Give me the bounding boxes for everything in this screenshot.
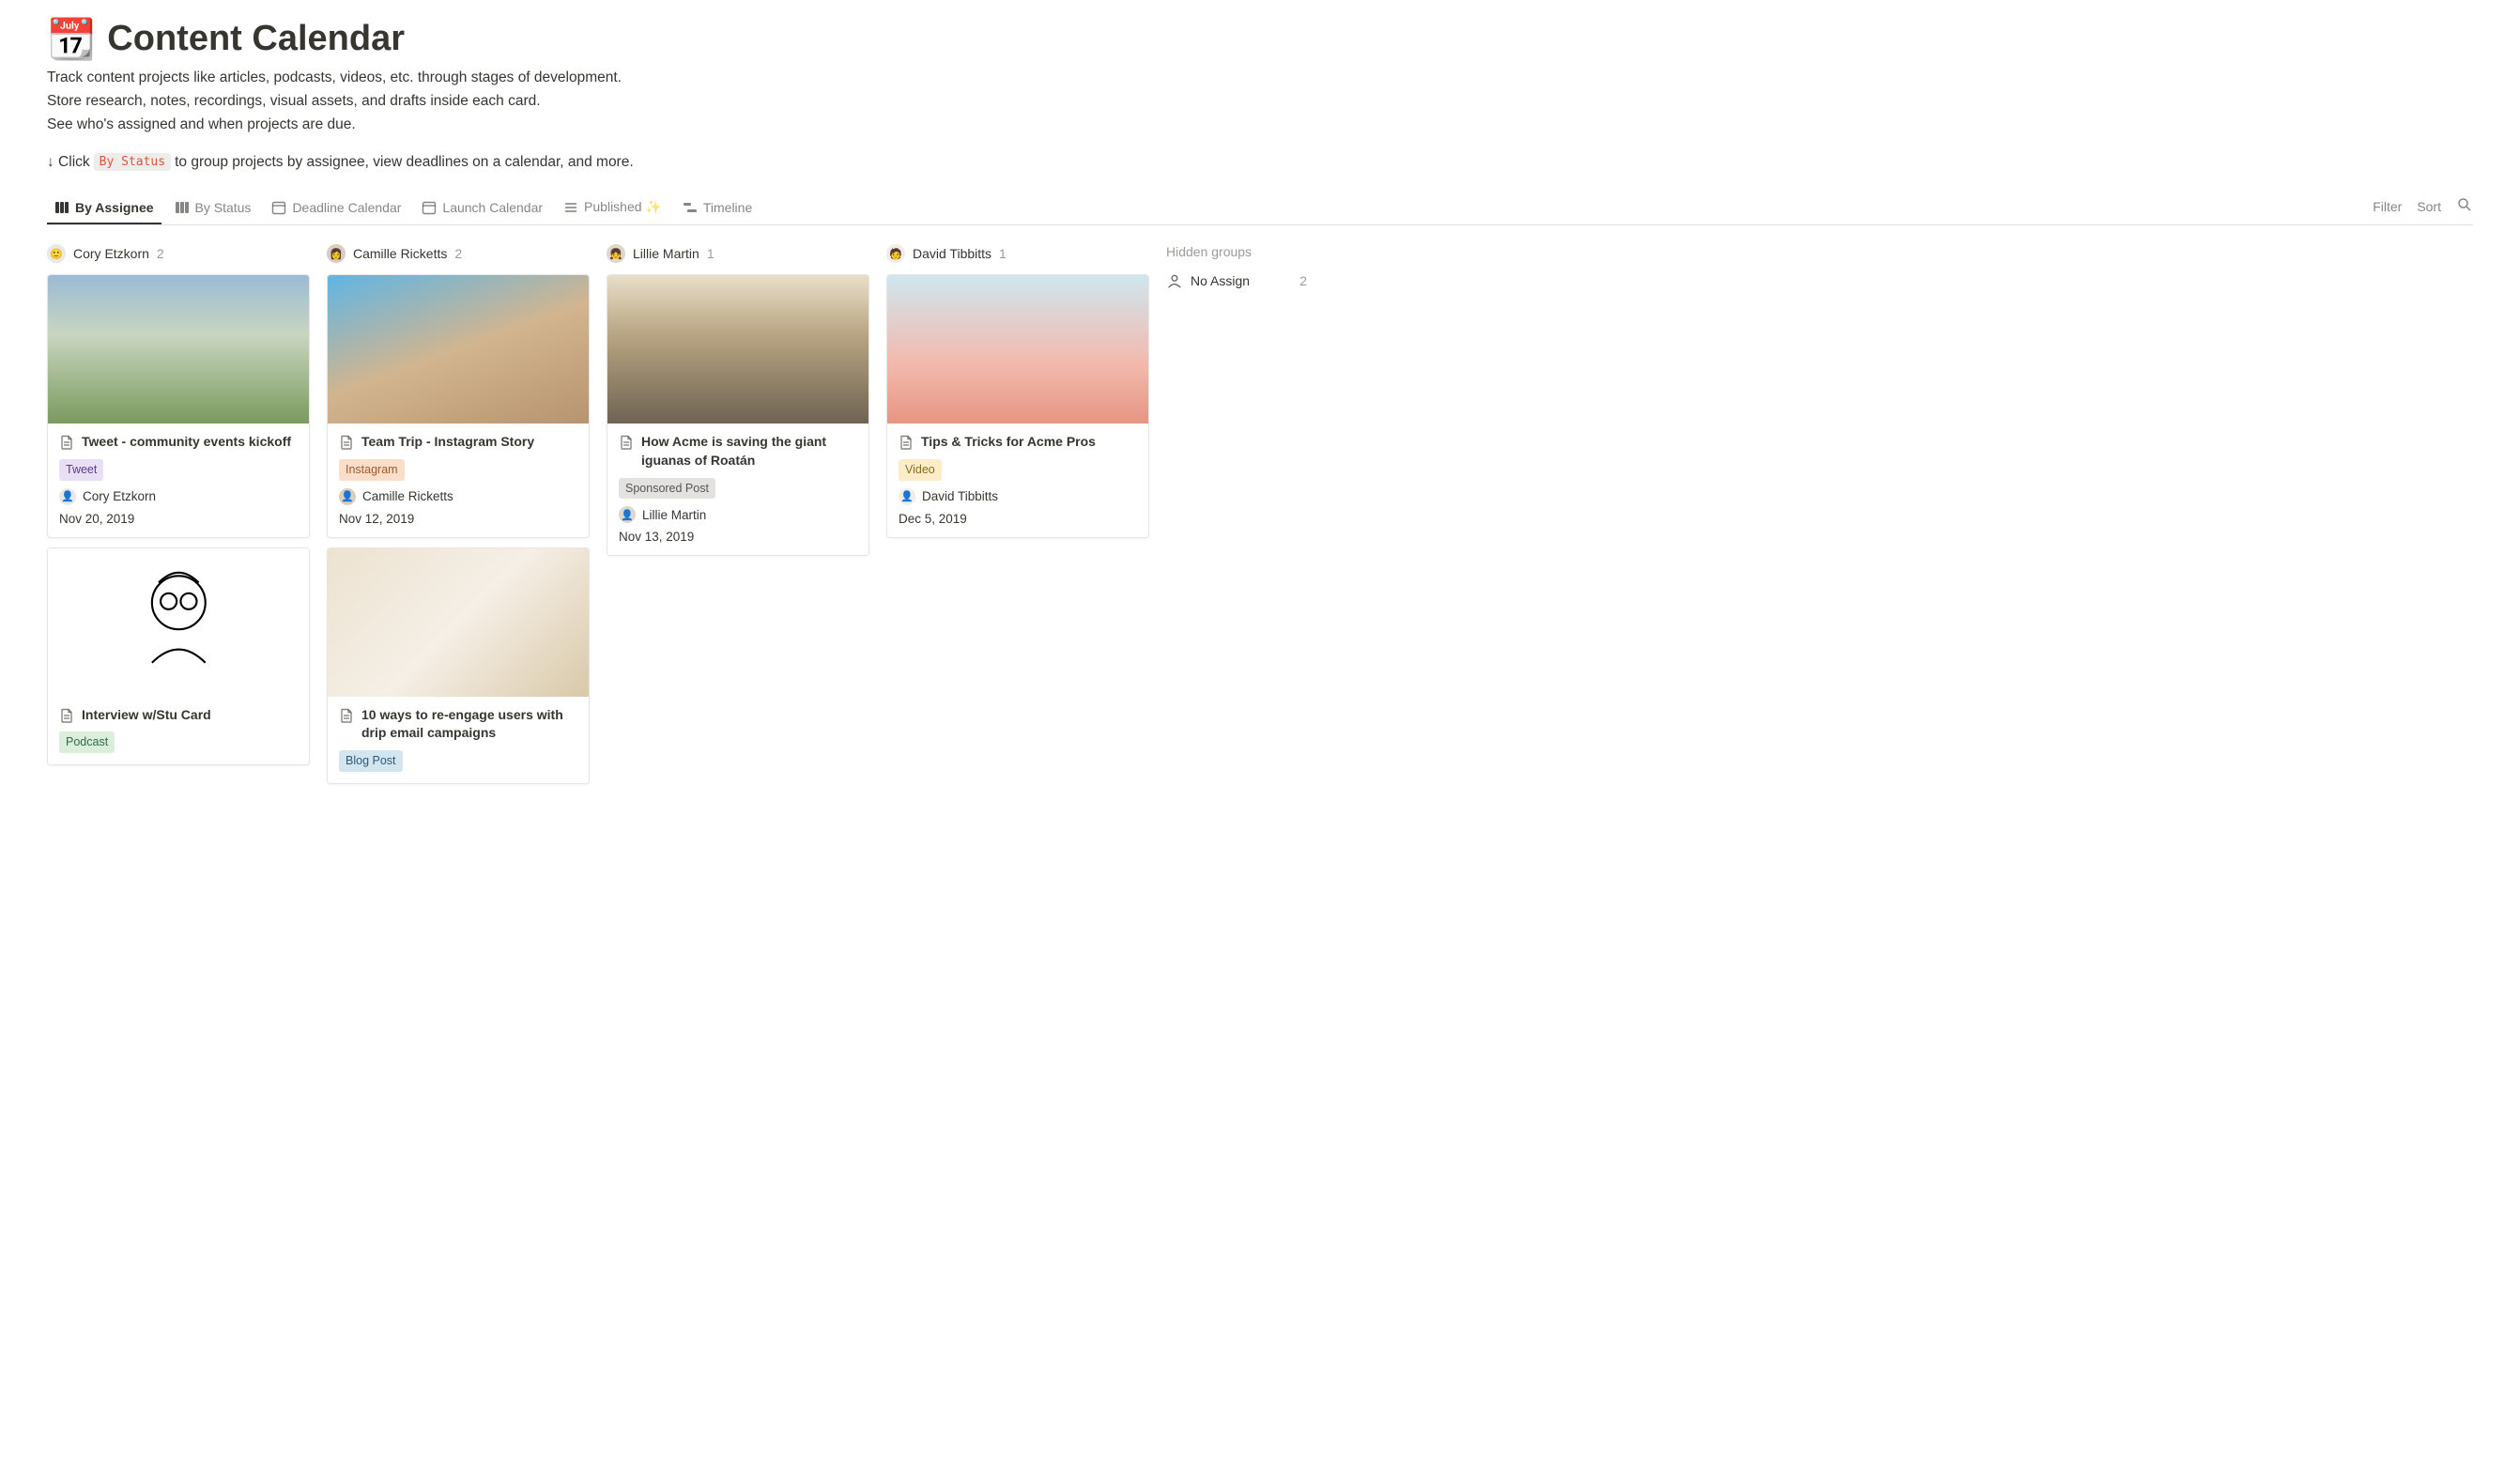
card-tag: Blog Post [339, 750, 403, 772]
calendar-icon [422, 200, 437, 215]
card-tag: Video [899, 459, 942, 481]
assignee-avatar: 👩 [327, 244, 346, 263]
card-tag: Podcast [59, 732, 115, 753]
board-card[interactable]: Tweet - community events kickoff Tweet 👤 Co… [47, 274, 310, 537]
no-assignee-count: 2 [1299, 273, 1307, 288]
board-column: 🧑 David Tibbitts 1 Tips & Tricks for Acme P… [886, 244, 1149, 547]
hint-chip: By Status [94, 153, 171, 171]
list-icon [563, 200, 578, 215]
no-assignee-group[interactable]: No Assign 2 [1166, 272, 1307, 289]
board-icon [54, 200, 69, 215]
card-date: Dec 5, 2019 [899, 512, 1137, 526]
hidden-groups-label[interactable]: Hidden groups [1166, 244, 1307, 259]
board-column: 👩 Camille Ricketts 2 Team Trip - Instagram … [327, 244, 590, 793]
card-assignee-row: 👤 David Tibbitts [899, 488, 1137, 505]
document-icon [339, 708, 354, 723]
column-header[interactable]: 🙂 Cory Etzkorn 2 [47, 244, 310, 263]
view-tab-label: Published ✨ [584, 199, 662, 215]
view-tab-label: Deadline Calendar [292, 200, 401, 215]
assignee-avatar: 👤 [339, 488, 356, 505]
board-column: 🙂 Cory Etzkorn 2 Tweet - community events k… [47, 244, 310, 775]
view-tab-label: Timeline [703, 200, 752, 215]
hidden-groups-panel: Hidden groups No Assign 2 [1166, 244, 1307, 302]
column-assignee-name: Cory Etzkorn [73, 246, 149, 261]
no-assignee-label: No Assign [1191, 273, 1250, 288]
column-assignee-name: David Tibbitts [913, 246, 991, 261]
board-card[interactable]: Interview w/Stu Card Podcast [47, 547, 310, 765]
page-hint: ↓ Click By Status to group projects by a… [47, 153, 2473, 171]
card-tag: Sponsored Post [619, 478, 715, 500]
card-date: Nov 13, 2019 [619, 530, 857, 544]
assignee-avatar: 👤 [899, 488, 915, 505]
timeline-icon [683, 200, 698, 215]
board-column: 👧 Lillie Martin 1 How Acme is saving the gi… [607, 244, 869, 565]
document-icon [899, 435, 914, 450]
page-description: Track content projects like articles, po… [47, 67, 2473, 136]
view-tab-label: By Assignee [75, 200, 154, 215]
column-assignee-name: Lillie Martin [633, 246, 699, 261]
card-assignee-name: Lillie Martin [642, 508, 706, 522]
column-assignee-name: Camille Ricketts [353, 246, 447, 261]
card-title: Tips & Tricks for Acme Pros [921, 433, 1096, 452]
card-title: How Acme is saving the giant iguanas of … [641, 433, 857, 470]
view-tab-label: Launch Calendar [442, 200, 543, 215]
document-icon [59, 435, 74, 450]
assignee-avatar: 👧 [607, 244, 625, 263]
calendar-icon [271, 200, 286, 215]
card-cover-image [607, 275, 868, 424]
card-title: Tweet - community events kickoff [82, 433, 291, 452]
sort-button[interactable]: Sort [2417, 199, 2441, 214]
document-icon [59, 708, 74, 723]
column-header[interactable]: 👩 Camille Ricketts 2 [327, 244, 590, 263]
view-tab-label: By Status [195, 200, 252, 215]
search-icon[interactable] [2456, 196, 2473, 216]
card-assignee-name: Cory Etzkorn [83, 489, 156, 503]
document-icon [619, 435, 634, 450]
board-card[interactable]: Team Trip - Instagram Story Instagram 👤 Cam… [327, 274, 590, 537]
column-count: 1 [999, 246, 1006, 261]
card-assignee-row: 👤 Lillie Martin [619, 506, 857, 523]
views-bar: By Assignee By Status Deadline Calendar Lau… [47, 193, 2473, 225]
card-tag: Instagram [339, 459, 405, 481]
column-header[interactable]: 👧 Lillie Martin 1 [607, 244, 869, 263]
view-tab[interactable]: Deadline Calendar [264, 193, 408, 224]
assignee-avatar: 🙂 [47, 244, 66, 263]
column-header[interactable]: 🧑 David Tibbitts 1 [886, 244, 1149, 263]
board-card[interactable]: Tips & Tricks for Acme Pros Video 👤 David T… [886, 274, 1149, 537]
page-emoji-icon[interactable]: 📆 [47, 20, 96, 59]
card-title: Interview w/Stu Card [82, 706, 211, 725]
board-card[interactable]: 10 ways to re-engage users with drip ema… [327, 547, 590, 784]
card-cover-image [887, 275, 1148, 424]
assignee-avatar: 👤 [59, 488, 76, 505]
filter-button[interactable]: Filter [2373, 199, 2402, 214]
view-tab[interactable]: Timeline [675, 193, 760, 224]
card-tag: Tweet [59, 459, 103, 481]
card-date: Nov 12, 2019 [339, 512, 577, 526]
column-count: 2 [454, 246, 462, 261]
view-tab[interactable]: By Assignee [47, 193, 161, 224]
view-tab[interactable]: By Status [167, 193, 259, 224]
board-icon [175, 200, 190, 215]
card-title: Team Trip - Instagram Story [361, 433, 534, 452]
column-count: 1 [707, 246, 715, 261]
card-date: Nov 20, 2019 [59, 512, 298, 526]
card-assignee-row: 👤 Cory Etzkorn [59, 488, 298, 505]
view-tab[interactable]: Published ✨ [556, 193, 669, 224]
column-count: 2 [157, 246, 164, 261]
card-assignee-row: 👤 Camille Ricketts [339, 488, 577, 505]
board-card[interactable]: How Acme is saving the giant iguanas of … [607, 274, 869, 556]
view-tab[interactable]: Launch Calendar [414, 193, 550, 224]
card-assignee-name: David Tibbitts [922, 489, 998, 503]
card-assignee-name: Camille Ricketts [362, 489, 453, 503]
card-cover-image [328, 275, 589, 424]
card-title: 10 ways to re-engage users with drip ema… [361, 706, 577, 743]
person-outline-icon [1166, 272, 1183, 289]
page-title[interactable]: Content Calendar [107, 19, 405, 59]
card-cover-image [328, 548, 589, 697]
document-icon [339, 435, 354, 450]
card-cover-image [48, 548, 309, 697]
assignee-avatar: 🧑 [886, 244, 905, 263]
assignee-avatar: 👤 [619, 506, 636, 523]
card-cover-image [48, 275, 309, 424]
